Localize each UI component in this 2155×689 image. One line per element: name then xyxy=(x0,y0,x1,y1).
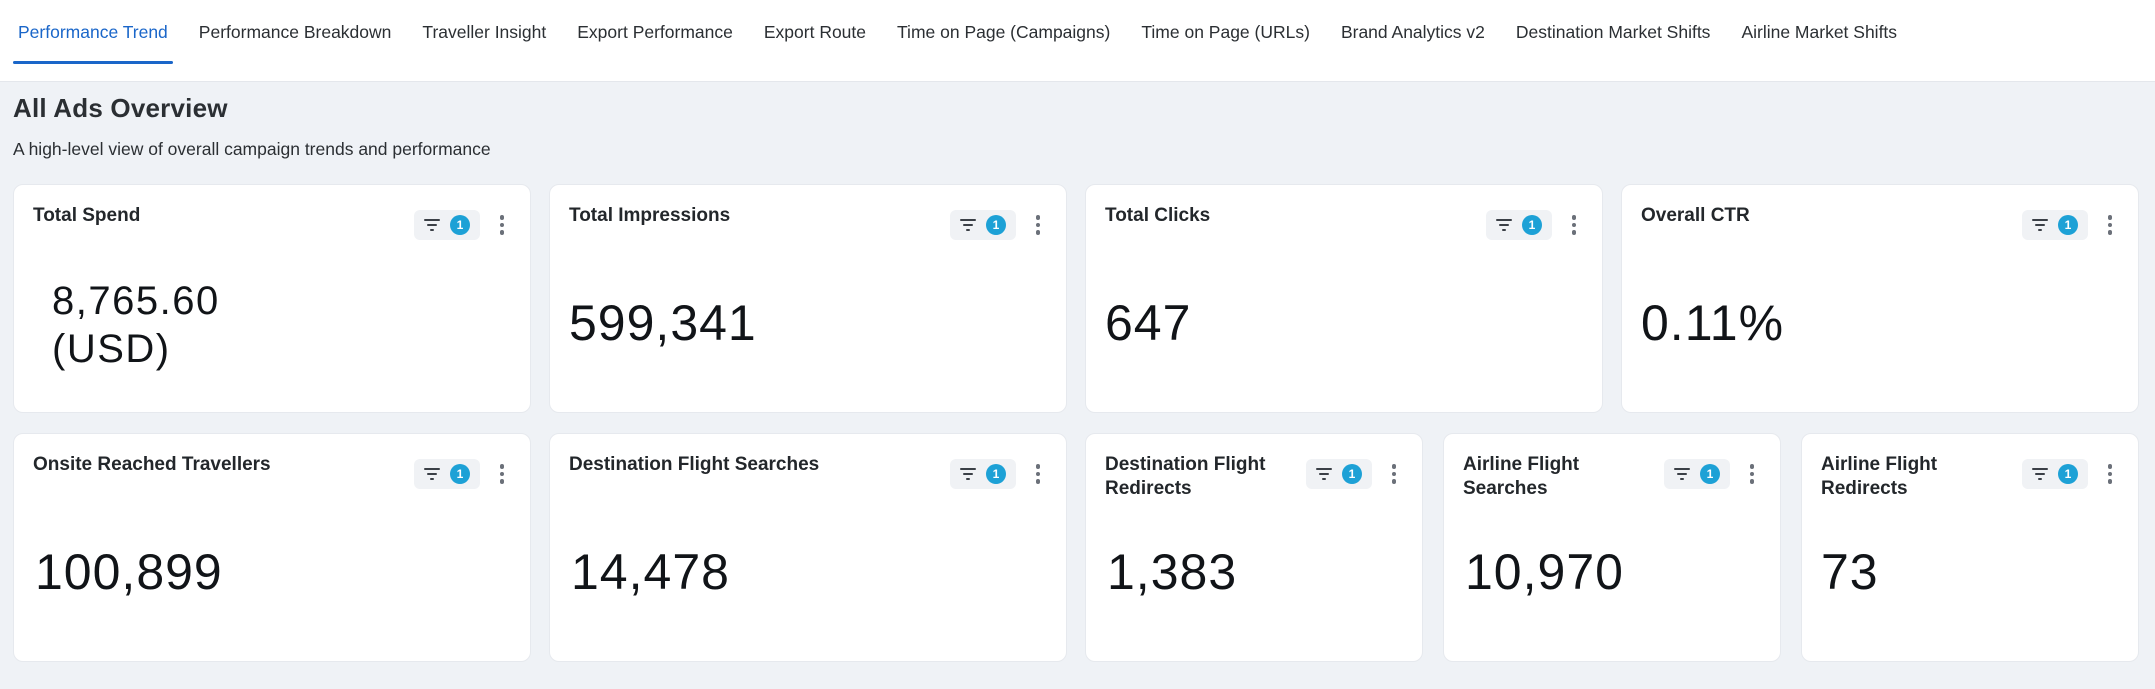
filter-count-badge: 1 xyxy=(2058,464,2078,484)
card-title: Total Spend xyxy=(33,205,141,226)
tab-export-performance[interactable]: Export Performance xyxy=(572,0,738,64)
card-title: Onsite Reached Travellers xyxy=(33,454,271,475)
tab-destination-market-shifts[interactable]: Destination Market Shifts xyxy=(1511,0,1716,64)
filter-button[interactable]: 1 xyxy=(2022,459,2088,489)
card-destination-flight-searches: Destination Flight Searches 1 14,478 xyxy=(549,433,1067,662)
filter-button[interactable]: 1 xyxy=(414,459,480,489)
metric-value: 14,478 xyxy=(571,544,730,600)
kebab-menu-icon[interactable] xyxy=(495,460,509,488)
filter-icon xyxy=(1316,468,1332,480)
filter-button[interactable]: 1 xyxy=(414,210,480,240)
tab-brand-analytics-v2[interactable]: Brand Analytics v2 xyxy=(1336,0,1490,64)
filter-count-badge: 1 xyxy=(1522,215,1542,235)
filter-button[interactable]: 1 xyxy=(1486,210,1552,240)
metric-value: 10,970 xyxy=(1465,544,1624,600)
kebab-menu-icon[interactable] xyxy=(495,211,509,239)
tab-airline-market-shifts[interactable]: Airline Market Shifts xyxy=(1736,0,1902,64)
metric-value: 100,899 xyxy=(35,544,223,600)
tab-bar: Performance Trend Performance Breakdown … xyxy=(0,0,2155,82)
tab-performance-trend[interactable]: Performance Trend xyxy=(13,0,173,64)
filter-icon xyxy=(960,468,976,480)
card-title: Airline Flight Searches xyxy=(1463,454,1580,499)
card-title: Destination Flight Redirects xyxy=(1105,454,1266,499)
filter-icon xyxy=(1496,219,1512,231)
card-destination-flight-redirects: Destination Flight Redirects 1 1,383 xyxy=(1085,433,1423,662)
filter-count-badge: 1 xyxy=(450,464,470,484)
filter-count-badge: 1 xyxy=(986,464,1006,484)
tab-export-route[interactable]: Export Route xyxy=(759,0,871,64)
page-subtitle: A high-level view of overall campaign tr… xyxy=(13,139,491,159)
tab-performance-breakdown[interactable]: Performance Breakdown xyxy=(194,0,397,64)
filter-count-badge: 1 xyxy=(986,215,1006,235)
card-total-clicks: Total Clicks 1 647 xyxy=(1085,184,1603,413)
filter-count-badge: 1 xyxy=(1700,464,1720,484)
card-airline-flight-redirects: Airline Flight Redirects 1 73 xyxy=(1801,433,2139,662)
filter-button[interactable]: 1 xyxy=(950,459,1016,489)
card-airline-flight-searches: Airline Flight Searches 1 10,970 xyxy=(1443,433,1781,662)
metric-value: 0.11% xyxy=(1641,295,1785,351)
filter-button[interactable]: 1 xyxy=(1664,459,1730,489)
card-total-impressions: Total Impressions 1 599,341 xyxy=(549,184,1067,413)
filter-button[interactable]: 1 xyxy=(950,210,1016,240)
kebab-menu-icon[interactable] xyxy=(1745,460,1759,488)
card-title: Destination Flight Searches xyxy=(569,454,820,475)
filter-icon xyxy=(960,219,976,231)
page-title: All Ads Overview xyxy=(13,93,228,123)
card-onsite-reached-travellers: Onsite Reached Travellers 1 100,899 xyxy=(13,433,531,662)
metric-value: 1,383 xyxy=(1107,544,1238,600)
tab-time-on-page-campaigns[interactable]: Time on Page (Campaigns) xyxy=(892,0,1115,64)
filter-button[interactable]: 1 xyxy=(1306,459,1372,489)
filter-icon xyxy=(424,219,440,231)
filter-count-badge: 1 xyxy=(450,215,470,235)
card-title: Overall CTR xyxy=(1641,205,1750,226)
filter-icon xyxy=(1674,468,1690,480)
tab-time-on-page-urls[interactable]: Time on Page (URLs) xyxy=(1136,0,1315,64)
metric-amount: 8,765.60 xyxy=(52,279,220,323)
metric-value: 73 xyxy=(1821,544,1879,600)
card-overall-ctr: Overall CTR 1 0.11% xyxy=(1621,184,2139,413)
kebab-menu-icon[interactable] xyxy=(1387,460,1401,488)
filter-count-badge: 1 xyxy=(2058,215,2078,235)
card-title: Airline Flight Redirects xyxy=(1821,454,1938,499)
card-title: Total Impressions xyxy=(569,205,731,226)
card-total-spend: Total Spend 1 8,765.60 (USD) xyxy=(13,184,531,413)
filter-button[interactable]: 1 xyxy=(2022,210,2088,240)
kebab-menu-icon[interactable] xyxy=(2103,460,2117,488)
filter-icon xyxy=(2032,219,2048,231)
metric-value: 8,765.60 (USD) xyxy=(52,277,220,373)
kebab-menu-icon[interactable] xyxy=(1031,211,1045,239)
filter-count-badge: 1 xyxy=(1342,464,1362,484)
filter-icon xyxy=(424,468,440,480)
kebab-menu-icon[interactable] xyxy=(1031,460,1045,488)
kebab-menu-icon[interactable] xyxy=(1567,211,1581,239)
card-title: Total Clicks xyxy=(1105,205,1211,226)
metric-value: 647 xyxy=(1105,295,1192,351)
metric-value: 599,341 xyxy=(569,295,757,351)
filter-icon xyxy=(2032,468,2048,480)
tab-traveller-insight[interactable]: Traveller Insight xyxy=(417,0,551,64)
kebab-menu-icon[interactable] xyxy=(2103,211,2117,239)
metric-currency: (USD) xyxy=(52,327,171,371)
